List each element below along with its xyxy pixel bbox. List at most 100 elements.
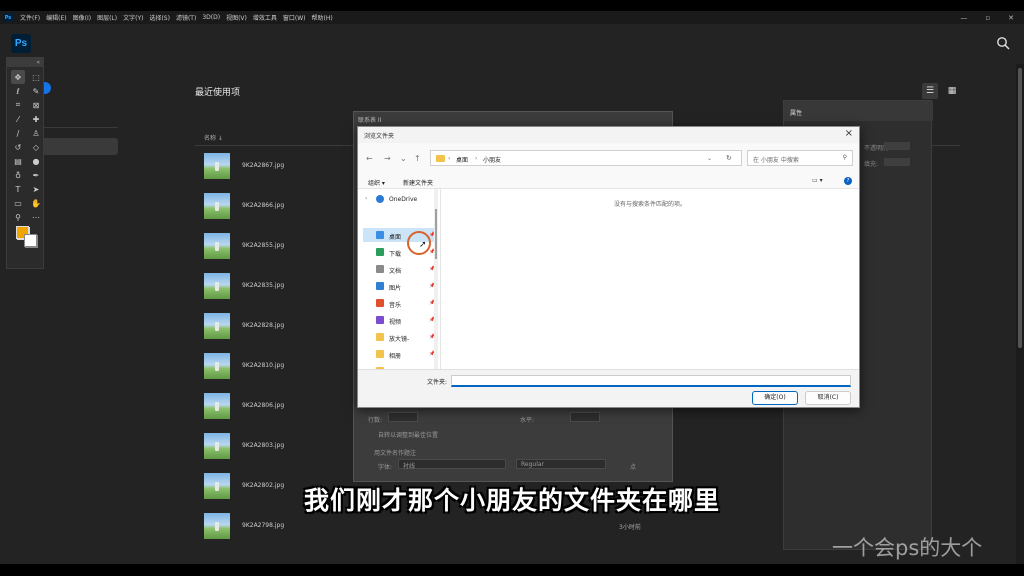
minimize-button[interactable]: — [960, 14, 967, 22]
refresh-icon[interactable]: ↻ [726, 154, 732, 162]
menu-3d[interactable]: 3D(D) [199, 14, 223, 21]
marquee-tool-icon[interactable]: ⬚ [29, 70, 43, 84]
opacity-field[interactable] [884, 142, 910, 150]
chevron-down-icon[interactable]: ⌄ [707, 155, 712, 162]
caption-label[interactable]: 用文件名作题注 [374, 448, 416, 457]
search-input[interactable]: 在 小朋友 中搜索 ⚲ [747, 150, 853, 166]
menu-bar: Ps 文件(F) 编辑(E) 图像(I) 图层(L) 文字(Y) 选择(S) 滤… [0, 11, 1024, 24]
file-name: 9K2A2867.jpg [242, 162, 285, 169]
file-thumbnail [204, 393, 230, 419]
background-swatch[interactable] [24, 234, 37, 247]
file-thumbnail [204, 153, 230, 179]
list-view-icon[interactable]: ☰ [922, 83, 938, 99]
up-arrow-icon[interactable]: ↑ [414, 154, 421, 163]
menu-window[interactable]: 窗口(W) [280, 13, 309, 22]
nav-item-label: 放大镜- [389, 336, 410, 343]
menu-file[interactable]: 文件(F) [17, 13, 43, 22]
rows-field[interactable] [388, 412, 418, 422]
path-select-icon[interactable]: ➤ [29, 182, 43, 196]
nav-item-label: 音乐 [389, 302, 402, 309]
file-name: 9K2A2806.jpg [242, 402, 285, 409]
nav-item-5[interactable]: 音乐 📌 [363, 296, 435, 310]
horizontal-field[interactable] [570, 412, 600, 422]
menu-select[interactable]: 选择(S) [146, 13, 173, 22]
breadcrumb-desktop[interactable]: 桌面 [456, 155, 468, 164]
app-badge: Ps [3, 13, 13, 22]
file-thumbnail [204, 193, 230, 219]
history-brush-icon[interactable]: ↺ [11, 140, 25, 154]
nav-item-0[interactable]: › OneDrive [363, 192, 435, 206]
view-options-icon[interactable]: ▭ ▾ [812, 177, 823, 184]
chevron-right-icon[interactable]: › [365, 195, 367, 202]
restore-button[interactable]: ▫ [985, 14, 990, 22]
menu-type[interactable]: 文字(Y) [120, 13, 146, 22]
properties-tab[interactable]: 属性 [790, 108, 802, 117]
search-icon[interactable] [996, 36, 1010, 50]
menu-edit[interactable]: 编辑(E) [43, 13, 69, 22]
panel-collapse-icon[interactable]: « [7, 58, 43, 67]
nav-item-label: 相册 [389, 353, 402, 360]
quick-select-tool-icon[interactable]: ✎ [29, 84, 43, 98]
dodge-tool-icon[interactable]: ♁ [11, 168, 25, 182]
brush-tool-icon[interactable]: ∕ [11, 126, 25, 140]
file-name: 9K2A2803.jpg [242, 442, 285, 449]
rotate-label[interactable]: 自转以调整到最佳位置 [378, 430, 438, 439]
help-icon[interactable]: ? [844, 177, 852, 185]
menu-layer[interactable]: 图层(L) [94, 13, 120, 22]
nav-item-label: 文档 [389, 268, 402, 275]
hand-tool-icon[interactable]: ✋ [29, 196, 43, 210]
photoshop-logo[interactable]: Ps [11, 34, 31, 53]
more-tools-icon[interactable]: ⋯ [29, 210, 43, 224]
font-select[interactable]: 衬线 [398, 459, 506, 470]
menu-image[interactable]: 图像(I) [70, 13, 94, 22]
menu-plugins[interactable]: 增效工具 [250, 13, 280, 22]
gradient-tool-icon[interactable]: ▤ [11, 154, 25, 168]
breadcrumb-folder[interactable]: 小朋友 [483, 155, 501, 164]
eyedropper-tool-icon[interactable]: ⁄ [11, 112, 25, 126]
breadcrumb[interactable]: › 桌面 › 小朋友 ⌄ [430, 150, 742, 166]
menu-view[interactable]: 视图(V) [223, 13, 250, 22]
scrollbar-thumb[interactable] [435, 209, 437, 259]
blur-tool-icon[interactable]: ● [29, 154, 43, 168]
recent-dropdown-icon[interactable]: ⌄ [400, 154, 407, 163]
font-style-select[interactable]: Regular [516, 459, 606, 469]
lasso-tool-icon[interactable]: ℓ [11, 84, 25, 98]
forward-arrow-icon[interactable]: → [384, 154, 391, 163]
nav-item-4[interactable]: 图片 📌 [363, 279, 435, 293]
folder-input[interactable] [451, 375, 851, 387]
navigation-scrollbar[interactable] [434, 189, 438, 369]
healing-tool-icon[interactable]: ✚ [29, 112, 43, 126]
crop-tool-icon[interactable]: ⌗ [11, 98, 25, 112]
close-window-button[interactable]: ✕ [1008, 14, 1014, 22]
shape-tool-icon[interactable]: ▭ [11, 196, 25, 210]
nav-item-6[interactable]: 视频 📌 [363, 313, 435, 327]
nav-item-8[interactable]: 相册 📌 [363, 347, 435, 361]
ok-button[interactable]: 确定(O) [752, 391, 798, 405]
new-folder-button[interactable]: 新建文件夹 [403, 178, 433, 187]
font-label: 字体: [378, 464, 393, 471]
nav-item-7[interactable]: 放大镜- 📌 [363, 330, 435, 344]
grid-view-icon[interactable]: ▦ [944, 83, 960, 99]
cancel-button[interactable]: 取消(C) [805, 391, 851, 405]
type-tool-icon[interactable]: T [11, 182, 25, 196]
nav-item-3[interactable]: 文档 📌 [363, 262, 435, 276]
zoom-tool-icon[interactable]: ⚲ [11, 210, 25, 224]
move-tool-icon[interactable]: ✥ [11, 70, 25, 84]
search-placeholder: 在 小朋友 中搜索 [753, 157, 799, 164]
menu-help[interactable]: 帮助(H) [309, 13, 336, 22]
folder-content[interactable]: 没有与搜索条件匹配的项。 [441, 189, 859, 369]
eraser-tool-icon[interactable]: ◇ [29, 140, 43, 154]
organize-button[interactable]: 组织 ▾ [368, 178, 385, 187]
scrollbar-thumb[interactable] [1018, 68, 1022, 348]
stamp-tool-icon[interactable]: ♙ [29, 126, 43, 140]
menu-filter[interactable]: 滤镜(T) [173, 13, 199, 22]
folder-label: 文件夹: [427, 379, 448, 386]
pen-tool-icon[interactable]: ✒ [29, 168, 43, 182]
frame-tool-icon[interactable]: ⊠ [29, 98, 43, 112]
nav-item-icon [376, 316, 384, 324]
back-arrow-icon[interactable]: ← [366, 154, 373, 163]
fill-field[interactable] [884, 158, 910, 166]
close-icon[interactable]: × [845, 128, 853, 139]
name-column-header[interactable]: 名称 ↓ [204, 133, 223, 142]
fill-label: 填充: [864, 161, 879, 168]
